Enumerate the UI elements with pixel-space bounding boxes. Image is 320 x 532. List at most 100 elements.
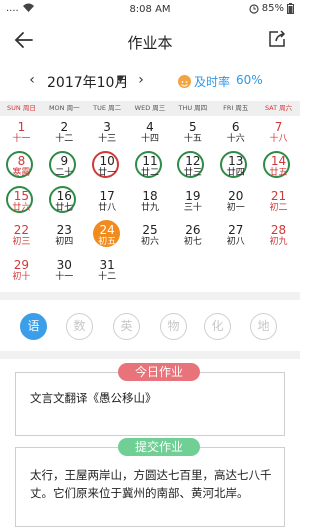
app-header: 作业本 — [0, 20, 300, 60]
next-month-button[interactable]: › — [135, 72, 147, 88]
page-title: 作业本 — [127, 34, 173, 52]
calendar-day[interactable]: 18 廿九 — [129, 185, 172, 219]
weekday-label: SAT 周六 — [264, 104, 293, 112]
weekday-label: TUE 周二 — [93, 104, 122, 112]
lunar-date: 二十 — [55, 168, 74, 179]
calendar-day[interactable]: 2 十二 — [43, 116, 86, 150]
lunar-date: 寒露 — [12, 168, 31, 179]
day-number: 29 — [13, 257, 30, 272]
rate-label: 及时率 — [194, 75, 231, 89]
lunar-date: 十三 — [98, 134, 117, 144]
today-homework-card: 今日作业 文言文翻译《愚公移山》 — [15, 363, 285, 436]
day-number: 22 — [13, 223, 30, 238]
today-homework-tag: 今日作业 — [118, 363, 200, 381]
alarm-icon — [249, 3, 259, 14]
calendar-day[interactable]: 3 十三 — [86, 116, 129, 150]
calendar-grid: 1 十一 2 十二 3 十三 4 十四 5 十五 6 十六 7 十八 8 寒露 9 二十 10 廿一 11 廿二 12 廿三 1… — [0, 116, 300, 288]
calendar-day[interactable]: 15 廿六 — [0, 185, 43, 219]
weekday-label: FRI 周五 — [223, 104, 249, 112]
smile-icon — [178, 75, 191, 88]
calendar-day[interactable]: 30 十一 — [43, 254, 86, 288]
weekday-label: SUN 周日 — [7, 104, 36, 112]
lunar-date: 十八 — [269, 134, 288, 144]
day-number: 1 — [17, 120, 26, 134]
lunar-date: 廿一 — [98, 168, 117, 179]
subject-tab[interactable]: 化 — [204, 313, 231, 340]
calendar-day[interactable]: 8 寒露 — [0, 150, 43, 184]
day-number: 24 — [99, 223, 115, 238]
calendar-day[interactable]: 7 十八 — [257, 116, 300, 150]
weekday-header: SUN 周日 MON 周一 TUE 周二 WED 周三 THU 周四 FRI 周五 SAT … — [0, 101, 300, 116]
day-number: 16 — [56, 188, 72, 203]
calendar-day[interactable]: 31 十二 — [86, 254, 129, 288]
subject-tab[interactable]: 地 — [250, 313, 277, 340]
calendar-day[interactable]: 16 廿七 — [43, 185, 86, 219]
subject-tab[interactable]: 语 — [20, 313, 47, 340]
calendar-day[interactable]: 21 初二 — [257, 185, 300, 219]
day-number: 31 — [99, 257, 115, 272]
calendar-day[interactable]: 10 廿一 — [86, 150, 129, 184]
day-number: 10 — [99, 154, 115, 169]
day-number: 6 — [231, 120, 240, 134]
calendar-day[interactable]: 4 十四 — [129, 116, 172, 150]
submit-homework-card[interactable]: 提交作业 太行，王屋两岸山，方圆达七百里，高达七八千丈。它们原来位于冀州的南部、… — [15, 438, 285, 527]
calendar-day[interactable]: 1 十一 — [0, 116, 43, 150]
day-number: 8 — [17, 154, 26, 169]
day-number: 15 — [13, 188, 30, 203]
day-number: 9 — [60, 154, 69, 169]
weekday-label: WED 周三 — [134, 104, 166, 112]
status-right: 85% — [249, 3, 294, 14]
calendar-day[interactable]: 13 廿四 — [214, 150, 257, 184]
weekday-label: THU 周四 — [178, 104, 208, 112]
lunar-date: 十五 — [183, 134, 202, 144]
calendar-day[interactable]: 28 初九 — [257, 219, 300, 253]
status-bar: .... 8:08 AM 85% — [0, 0, 300, 20]
day-number: 19 — [185, 188, 201, 203]
day-number: 14 — [270, 154, 287, 169]
calendar-day[interactable]: 14 廿五 — [257, 150, 300, 184]
calendar-day[interactable]: 5 十五 — [171, 116, 214, 150]
lunar-date: 初四 — [55, 237, 74, 248]
calendar-day[interactable]: 29 初十 — [0, 254, 43, 288]
calendar-day[interactable]: 25 初六 — [129, 219, 172, 253]
calendar-day[interactable]: 11 廿二 — [129, 150, 172, 184]
calendar-day[interactable]: 19 三十 — [171, 185, 214, 219]
calendar-day[interactable]: 26 初七 — [171, 219, 214, 253]
day-number: 17 — [99, 188, 115, 203]
prev-month-button[interactable]: ‹ — [26, 72, 38, 88]
calendar-day[interactable]: 22 初三 — [0, 219, 43, 253]
day-number: 7 — [274, 120, 283, 134]
lunar-date: 廿七 — [55, 202, 74, 213]
day-number: 13 — [228, 154, 244, 169]
calendar-day[interactable]: 9 二十 — [43, 150, 86, 184]
calendar-day[interactable]: 27 初八 — [214, 219, 257, 253]
day-number: 23 — [56, 223, 72, 238]
day-number: 28 — [270, 223, 287, 238]
calendar-day-today[interactable]: 24 初五 — [86, 219, 129, 253]
calendar-day[interactable]: 6 十六 — [214, 116, 257, 150]
battery-icon — [287, 3, 294, 14]
calendar-day[interactable]: 23 初四 — [43, 219, 86, 253]
day-number: 26 — [185, 223, 201, 238]
lunar-date: 初六 — [140, 237, 159, 248]
month-dropdown-icon[interactable]: ▼ — [117, 75, 124, 85]
day-number: 25 — [142, 223, 158, 238]
lunar-date: 初九 — [269, 237, 288, 248]
share-icon[interactable] — [268, 30, 286, 48]
submit-homework-tag[interactable]: 提交作业 — [118, 438, 200, 456]
lunar-date: 初八 — [226, 237, 245, 248]
subject-tab[interactable]: 英 — [113, 313, 140, 340]
lunar-date: 初五 — [98, 237, 117, 248]
calendar-day[interactable]: 20 初一 — [214, 185, 257, 219]
day-number: 27 — [228, 223, 244, 238]
day-number: 11 — [142, 154, 158, 169]
calendar-day[interactable]: 12 廿三 — [171, 150, 214, 184]
lunar-date: 初七 — [183, 237, 202, 248]
weekday-label: MON 周一 — [48, 104, 80, 112]
calendar-day[interactable]: 17 廿八 — [86, 185, 129, 219]
lunar-date: 廿二 — [140, 168, 159, 179]
subject-tab[interactable]: 数 — [66, 313, 93, 340]
battery-percent: 85% — [261, 3, 284, 14]
lunar-date: 廿四 — [226, 168, 245, 179]
subject-tab[interactable]: 物 — [160, 313, 187, 340]
